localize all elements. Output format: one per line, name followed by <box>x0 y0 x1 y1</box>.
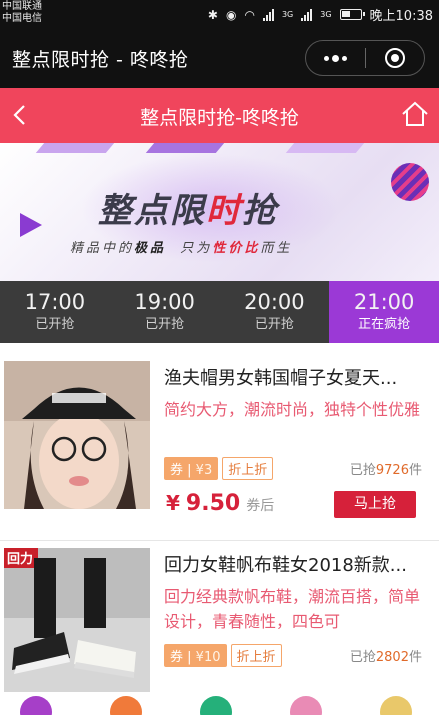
coupon-label: 券 <box>170 650 184 665</box>
slogan-part: 而生 <box>260 241 293 256</box>
product-description: 简约大方，潮流时尚，独特个性优雅 <box>164 400 421 419</box>
signal-icon-1 <box>262 8 274 21</box>
signal-icon-2 <box>301 8 313 21</box>
product-name[interactable]: 回力女鞋帆布鞋女2018新款... <box>164 554 420 578</box>
coupon-badge: 券 | ¥10 <box>164 644 227 667</box>
buy-now-button[interactable]: 马上抢 <box>334 491 416 518</box>
product-image[interactable] <box>4 361 150 509</box>
sold-prefix: 已抢 <box>349 463 376 478</box>
page-header: 整点限时抢-咚咚抢 <box>0 88 439 143</box>
sold-prefix: 已抢 <box>349 650 376 665</box>
carrier-2: 中国电信 <box>2 13 42 24</box>
product-name[interactable]: 渔夫帽男女韩国帽子女夏天... <box>164 367 420 391</box>
promo-banner[interactable]: 整点限时抢 精品中的极品 只为性价比而生 <box>0 143 439 281</box>
tab-1700[interactable]: 17:00 已开抢 <box>0 281 110 343</box>
status-time: 晚上10:38 <box>369 9 433 24</box>
nav-favorite-icon[interactable] <box>290 696 322 715</box>
sold-suffix: 件 <box>408 463 422 478</box>
list-top-spacer <box>0 343 439 361</box>
banner-title-highlight: 时 <box>206 191 242 231</box>
svg-text:回力: 回力 <box>7 551 33 566</box>
home-icon[interactable] <box>401 100 429 128</box>
discount-badge: 折上折 <box>222 457 274 480</box>
sold-count: 已抢2802件 <box>350 646 422 665</box>
product-image[interactable]: 回力 <box>4 548 150 696</box>
product-info: 回力女鞋帆布鞋女2018新款... 回力经典款帆布鞋，潮流百搭，简单设计，青春随… <box>164 548 432 667</box>
time-slot-tabs: 17:00 已开抢 19:00 已开抢 20:00 已开抢 21:00 正在疯抢 <box>0 281 439 343</box>
wifi-icon: ◠ <box>244 7 255 22</box>
price: ¥9.50 <box>166 491 240 516</box>
tab-2100[interactable]: 21:00 正在疯抢 <box>329 281 439 343</box>
tab-status: 已开抢 <box>145 317 185 332</box>
page-title: 整点限时抢-咚咚抢 <box>140 107 299 129</box>
tab-status: 正在疯抢 <box>358 317 411 332</box>
network-2: 3G <box>320 10 332 19</box>
close-mini-program-icon[interactable] <box>365 41 424 75</box>
striped-ball-decoration <box>391 163 429 201</box>
status-bar: 中国联通 中国电信 ✱ ◉ ◠ 3G 3G 晚上10:38 <box>0 0 439 28</box>
wechat-title: 整点限时抢 - 咚咚抢 <box>12 49 189 71</box>
banner-title-part: 抢 <box>242 191 278 231</box>
tab-time: 21:00 <box>353 290 415 314</box>
carrier-1: 中国联通 <box>2 1 42 12</box>
sold-count: 已抢9726件 <box>350 459 422 478</box>
price-value: 9.50 <box>185 491 241 516</box>
tab-status: 已开抢 <box>35 317 75 332</box>
tab-2000[interactable]: 20:00 已开抢 <box>220 281 330 343</box>
slogan-bold: 极品 <box>134 241 167 256</box>
banner-stripe-decoration <box>285 143 365 153</box>
play-triangle-decoration <box>20 213 42 237</box>
wechat-title-bar: 整点限时抢 - 咚咚抢 <box>0 28 439 88</box>
product-description: 回力经典款帆布鞋，潮流百搭，简单设计，青春随性，四色可 <box>164 587 421 631</box>
product-info: 渔夫帽男女韩国帽子女夏天... 简约大方，潮流时尚，独特个性优雅 券 | ¥3 … <box>164 361 432 518</box>
sold-number: 9726 <box>375 463 409 478</box>
slogan-part: 精品中的 <box>70 241 135 256</box>
product-item[interactable]: 渔夫帽男女韩国帽子女夏天... 简约大方，潮流时尚，独特个性优雅 券 | ¥3 … <box>0 361 439 541</box>
product-item[interactable]: 回力 回力女鞋帆布鞋女2018新款... 回力经典款帆布鞋，潮流百搭，简单设计，… <box>0 548 439 715</box>
coupon-badge: 券 | ¥3 <box>164 457 219 480</box>
coupon-value: ¥10 <box>195 650 221 665</box>
coupon-label: 券 <box>170 463 184 478</box>
carrier-info: 中国联通 中国电信 <box>2 1 42 25</box>
network-1: 3G <box>281 10 294 19</box>
bottom-nav <box>0 692 439 715</box>
eye-icon: ◉ <box>225 7 237 22</box>
tab-time: 20:00 <box>244 290 305 314</box>
status-icons: ✱ ◉ ◠ 3G 3G 晚上10:38 <box>207 5 433 25</box>
banner-stripe-decoration <box>145 143 225 153</box>
bluetooth-icon: ✱ <box>207 7 218 22</box>
tab-time: 17:00 <box>24 290 86 314</box>
sold-number: 2802 <box>375 650 409 665</box>
banner-stripe-decoration <box>35 143 115 153</box>
nav-search-icon[interactable] <box>200 696 232 715</box>
product-tags: 券 | ¥10 折上折 <box>164 644 282 667</box>
tab-status: 已开抢 <box>254 317 294 332</box>
tab-1900[interactable]: 19:00 已开抢 <box>110 281 220 343</box>
banner-slogan: 精品中的极品 只为性价比而生 <box>70 237 292 256</box>
slogan-part: 只为 <box>180 241 213 256</box>
tab-time: 19:00 <box>134 290 195 314</box>
sold-suffix: 件 <box>408 650 422 665</box>
price-note: 券后 <box>246 498 275 514</box>
banner-title: 整点限时抢 <box>98 183 278 232</box>
banner-title-part: 整点限 <box>98 191 206 231</box>
coupon-value: ¥3 <box>195 463 213 478</box>
nav-profile-icon[interactable] <box>380 696 412 715</box>
nav-alarm-icon[interactable] <box>110 696 142 715</box>
battery-icon <box>339 9 365 20</box>
mini-program-capsule <box>305 40 425 76</box>
nav-category-icon[interactable] <box>20 696 52 715</box>
slogan-highlight: 性价比 <box>212 241 261 256</box>
more-options-icon[interactable] <box>306 41 365 75</box>
currency-symbol: ¥ <box>166 491 180 515</box>
discount-badge: 折上折 <box>230 644 282 667</box>
price-row: ¥9.50 券后 <box>166 491 274 516</box>
product-tags: 券 | ¥3 折上折 <box>164 457 274 480</box>
